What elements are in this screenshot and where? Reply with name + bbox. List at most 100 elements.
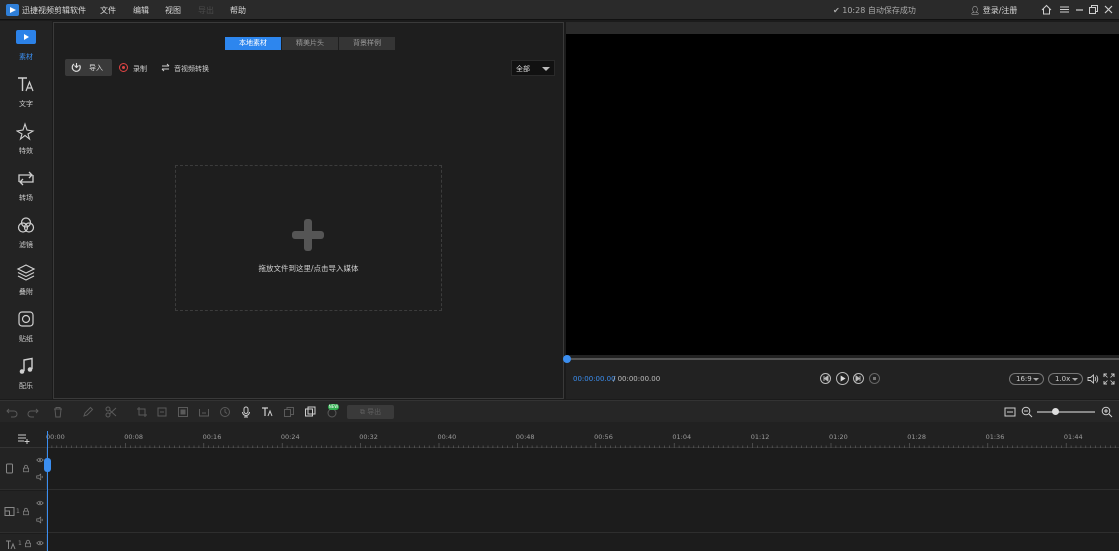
duration-icon[interactable]	[219, 406, 231, 418]
edit-icon[interactable]	[82, 406, 94, 418]
voiceover-icon[interactable]	[240, 406, 252, 418]
sidebar-item-filter[interactable]: 滤镜	[0, 209, 52, 255]
zoom-slider-handle[interactable]	[1052, 408, 1059, 415]
restore-icon[interactable]	[1088, 4, 1099, 15]
title-bar: 迅捷视频剪辑软件 文件 编辑 视图 导出 帮助 ✔ 10:28 自动保存成功 👤…	[0, 0, 1119, 20]
sidebar-item-text[interactable]: 文字	[0, 68, 52, 114]
preview-panel: 00:00:00.00 / 00:00:00.00 16:9 1.0x	[563, 22, 1119, 399]
sticker-icon	[16, 310, 36, 329]
import-button[interactable]: 导入	[65, 59, 112, 76]
add-track-icon[interactable]	[17, 433, 31, 444]
sidebar-item-label: 转场	[19, 194, 33, 202]
import-icon	[71, 62, 82, 73]
eye-icon[interactable]	[36, 500, 44, 506]
track-header: 1	[0, 491, 47, 532]
freeze-frame-icon[interactable]	[198, 406, 210, 418]
speaker-icon[interactable]	[36, 473, 44, 481]
sidebar-item-overlay[interactable]: 叠附	[0, 256, 52, 302]
lock-icon[interactable]	[22, 507, 30, 516]
video-track[interactable]	[0, 448, 1119, 490]
previous-frame-button[interactable]	[820, 373, 831, 384]
chevron-down-icon	[1033, 378, 1039, 381]
record-icon	[119, 63, 128, 72]
timeline-toolbar: NEW ⧉ 导出	[0, 400, 1119, 422]
tick-label: 00:32	[359, 433, 378, 441]
aspect-ratio-select[interactable]: 16:9	[1009, 373, 1044, 385]
minimize-icon[interactable]	[1074, 4, 1085, 15]
undo-icon[interactable]	[6, 406, 18, 418]
picture-in-picture-icon[interactable]	[304, 406, 316, 418]
rotate-icon[interactable]	[156, 406, 168, 418]
media-filter-select[interactable]: 全部	[511, 60, 555, 76]
menu-view[interactable]: 视图	[165, 5, 181, 16]
menu-icon[interactable]	[1059, 4, 1070, 15]
redo-icon[interactable]	[27, 406, 39, 418]
menu-export[interactable]: 导出	[198, 5, 214, 16]
convert-icon	[161, 63, 170, 72]
music-icon	[16, 357, 36, 376]
copy-icon[interactable]	[283, 406, 295, 418]
convert-label: 音视频转换	[174, 65, 209, 73]
add-text-icon[interactable]	[261, 406, 273, 418]
menu-file[interactable]: 文件	[100, 5, 116, 16]
crop-icon[interactable]	[136, 406, 148, 418]
lock-icon[interactable]	[22, 464, 30, 473]
lock-icon[interactable]	[24, 539, 32, 548]
import-label: 导入	[89, 64, 103, 72]
sparkle-icon	[16, 122, 36, 141]
playback-speed-select[interactable]: 1.0x	[1048, 373, 1083, 385]
sidebar-item-transition[interactable]: 转场	[0, 162, 52, 208]
tick-label: 00:56	[594, 433, 613, 441]
volume-icon[interactable]	[1087, 373, 1099, 385]
delete-icon[interactable]	[52, 406, 64, 418]
mosaic-icon[interactable]	[177, 406, 189, 418]
tick-label: 00:08	[124, 433, 144, 441]
export-button[interactable]: ⧉ 导出	[347, 405, 394, 419]
eye-icon[interactable]	[36, 540, 44, 546]
sidebar-item-label: 叠附	[19, 288, 33, 296]
timeline-ruler[interactable]: 00:00 00:08 00:16 00:24 00:32 00:40 00:48 00:56…	[0, 422, 1119, 448]
sidebar-item-material[interactable]: 素材	[0, 21, 52, 67]
stop-button[interactable]	[869, 373, 880, 384]
fit-timeline-icon[interactable]	[1004, 406, 1016, 418]
sidebar-item-effects[interactable]: 特效	[0, 115, 52, 161]
tick-label: 01:28	[907, 433, 927, 441]
media-dropzone[interactable]: 拖放文件到这里/点击导入媒体	[175, 165, 442, 311]
playhead-handle[interactable]	[44, 458, 51, 472]
play-button[interactable]	[836, 372, 849, 385]
eye-icon[interactable]	[36, 457, 44, 463]
sidebar-item-sticker[interactable]: 贴纸	[0, 303, 52, 349]
preview-progress-handle[interactable]	[563, 355, 571, 363]
home-icon[interactable]	[1041, 4, 1052, 15]
tab-intros[interactable]: 精美片头	[282, 37, 338, 50]
tab-local-media[interactable]: 本地素材	[225, 37, 281, 50]
tab-backgrounds[interactable]: 背景样例	[339, 37, 395, 50]
speed-value: 1.0x	[1055, 375, 1071, 383]
fullscreen-icon[interactable]	[1103, 373, 1115, 385]
login-link[interactable]: 👤︎ 登录/注册	[970, 5, 1017, 16]
filter-value: 全部	[516, 65, 530, 73]
text-track[interactable]: 1	[0, 534, 1119, 551]
user-icon: 👤︎	[970, 6, 981, 15]
current-time: 00:00:00.00	[573, 375, 616, 383]
timeline-tracks: 1 1	[0, 448, 1119, 551]
sidebar-item-label: 文字	[19, 100, 33, 108]
overlay-track[interactable]: 1	[0, 491, 1119, 533]
app-logo	[6, 4, 19, 16]
zoom-in-icon[interactable]	[1101, 406, 1113, 418]
next-frame-button[interactable]	[853, 373, 864, 384]
preview-progress-bar[interactable]	[566, 358, 1119, 360]
speaker-icon[interactable]	[36, 516, 44, 524]
total-time: / 00:00:00.00	[613, 375, 661, 383]
menu-help[interactable]: 帮助	[230, 5, 246, 16]
tick-label: 00:40	[437, 433, 457, 441]
login-label: 登录/注册	[982, 6, 1018, 15]
close-icon[interactable]	[1103, 4, 1114, 15]
split-icon[interactable]	[105, 406, 117, 418]
text-icon	[16, 75, 36, 94]
zoom-slider[interactable]	[1037, 411, 1095, 413]
zoom-out-icon[interactable]	[1021, 406, 1033, 418]
sidebar-item-music[interactable]: 配乐	[0, 350, 52, 396]
menu-edit[interactable]: 编辑	[133, 5, 149, 16]
playhead[interactable]	[47, 431, 48, 551]
